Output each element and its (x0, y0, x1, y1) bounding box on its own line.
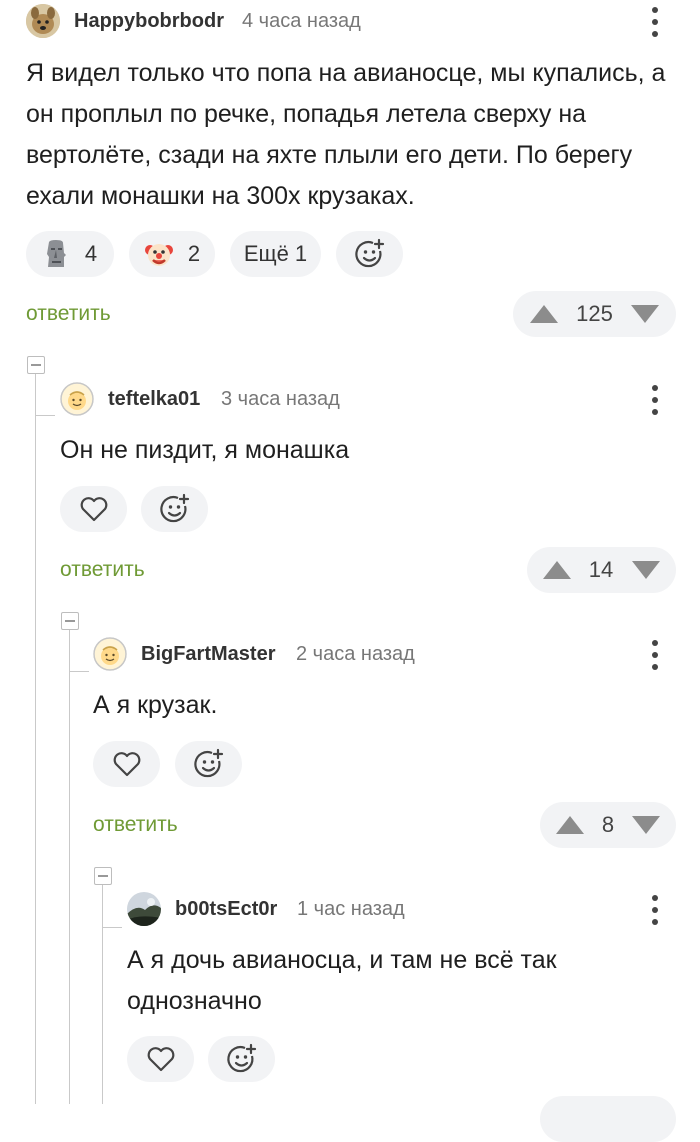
avatar-dog[interactable] (26, 4, 60, 38)
rating-value: 8 (601, 812, 615, 837)
add-emoji-icon (159, 493, 189, 523)
more-options-icon[interactable] (643, 383, 667, 417)
reply-link[interactable]: ответить (60, 558, 145, 582)
reaction-clown-button[interactable]: 2 (129, 231, 215, 277)
add-reaction-button[interactable] (141, 486, 208, 532)
downvote-icon[interactable] (631, 560, 661, 580)
add-reaction-button[interactable] (336, 231, 403, 277)
thread-line-1 (35, 374, 36, 1104)
upvote-icon[interactable] (542, 560, 572, 580)
thread-branch (35, 415, 55, 416)
comment-author[interactable]: Happybobrbodr (74, 10, 224, 33)
rating-widget: 14 (527, 547, 676, 593)
rating-value: 14 (588, 557, 614, 582)
add-emoji-icon (226, 1043, 256, 1073)
comment-time: 4 часа назад (242, 10, 361, 32)
more-options-icon[interactable] (643, 5, 667, 39)
reply-link[interactable]: ответить (26, 302, 111, 326)
moai-icon (46, 240, 66, 267)
reaction-moai-button[interactable]: 4 (26, 231, 114, 277)
thread-line-2 (69, 630, 70, 1104)
rating-widget: 125 (513, 291, 676, 337)
dog-avatar-icon (26, 4, 60, 38)
thread-line-3 (102, 885, 103, 1104)
avatar-photo[interactable] (127, 892, 161, 926)
comment-time: 2 часа назад (296, 643, 415, 665)
add-reaction-button[interactable] (208, 1036, 275, 1082)
reaction-count: 2 (187, 241, 201, 266)
heart-icon (147, 1047, 174, 1072)
default-avatar-icon (60, 382, 94, 416)
comment-text: Он не пиздит, я монашка (60, 436, 350, 464)
collapse-thread-button[interactable] (94, 867, 112, 885)
downvote-icon[interactable] (631, 815, 661, 835)
more-options-icon[interactable] (643, 638, 667, 672)
comment-text: А я дочь авианосца, и там не всё так одн… (127, 946, 557, 1015)
default-avatar-icon (93, 637, 127, 671)
comment-author[interactable]: teftelka01 (108, 388, 200, 411)
more-reactions-label: Ещё 1 (243, 241, 308, 266)
add-reaction-button[interactable] (175, 741, 242, 787)
downvote-icon[interactable] (630, 304, 660, 324)
like-button[interactable] (60, 486, 127, 532)
more-options-icon[interactable] (643, 893, 667, 927)
comment-time: 3 часа назад (221, 388, 340, 410)
rating-widget-partial (540, 1096, 676, 1142)
comment-time: 1 час назад (297, 898, 405, 920)
add-emoji-icon (193, 748, 223, 778)
comment-author[interactable]: BigFartMaster (141, 643, 275, 666)
comment-author[interactable]: b00tsEct0r (175, 898, 277, 921)
more-reactions-button[interactable]: Ещё 1 (230, 231, 321, 277)
rating-widget: 8 (540, 802, 676, 848)
reply-link[interactable]: ответить (93, 813, 178, 837)
heart-icon (113, 752, 140, 777)
upvote-icon[interactable] (529, 304, 559, 324)
heart-icon (80, 497, 107, 522)
comment-text: А я крузак. (93, 691, 218, 719)
like-button[interactable] (127, 1036, 194, 1082)
clown-icon (144, 244, 173, 266)
collapse-thread-button[interactable] (27, 356, 45, 374)
upvote-icon[interactable] (555, 815, 585, 835)
collapse-thread-button[interactable] (61, 612, 79, 630)
rating-value: 125 (576, 301, 613, 326)
add-emoji-icon (354, 238, 384, 268)
thread-branch (102, 927, 122, 928)
avatar-default[interactable] (93, 637, 127, 671)
avatar-default[interactable] (60, 382, 94, 416)
user-photo-icon (127, 892, 161, 926)
thread-branch (69, 671, 89, 672)
comment-text: Я видел только что попа на авианосце, мы… (26, 59, 666, 210)
like-button[interactable] (93, 741, 160, 787)
reaction-count: 4 (84, 241, 98, 266)
